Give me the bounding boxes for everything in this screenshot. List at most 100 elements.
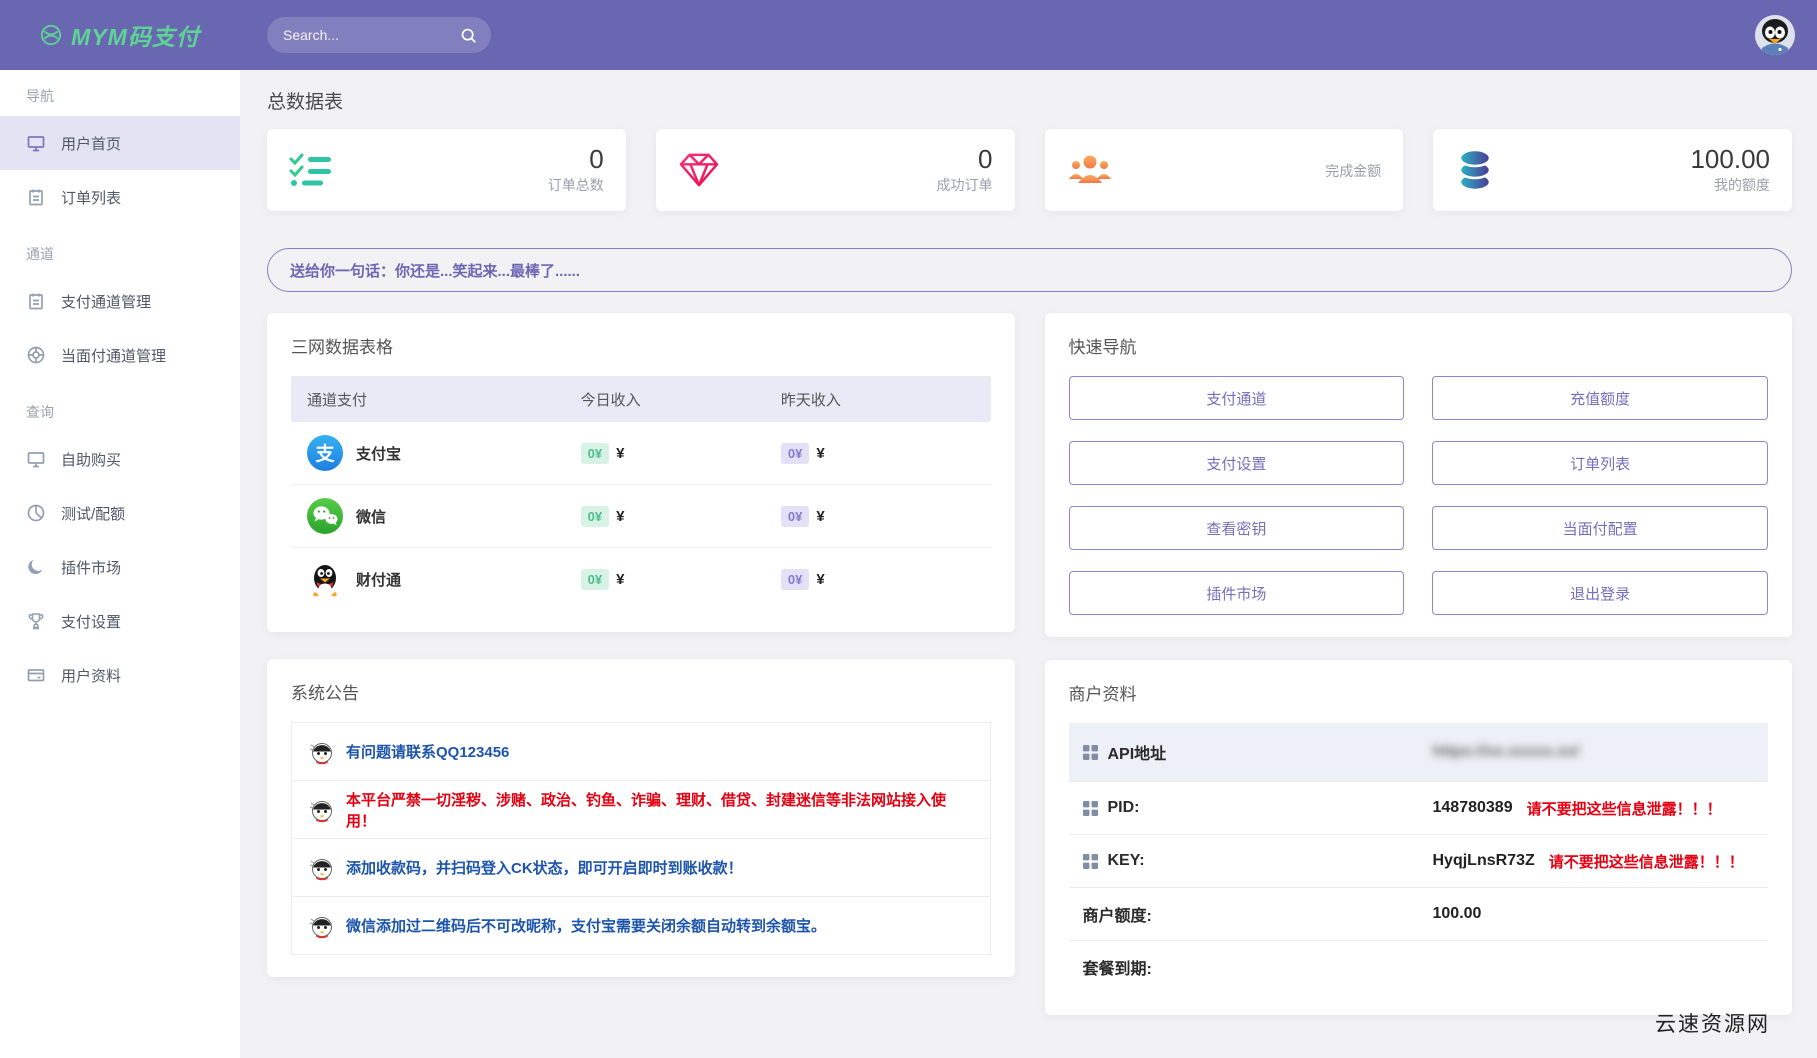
clipboard-icon: [26, 187, 46, 207]
top-header: MYM码支付: [0, 0, 1817, 70]
quick-nav-f2f-config-button[interactable]: 当面付配置: [1432, 506, 1768, 550]
announcement-text: 微信添加过二维码后不可改昵称，支付宝需要关闭余额自动转到余额宝。: [346, 918, 827, 935]
sidebar-section-channel: 通道: [26, 246, 54, 262]
table-row: 支 支付宝 0¥ ¥ 0¥ ¥: [291, 422, 991, 485]
search-bar[interactable]: [267, 17, 491, 53]
announcements-card: 系统公告 有问题请联系QQ123456 本平台严禁一切淫秽、涉赌、政治、钓鱼、诈…: [267, 659, 1015, 977]
sidebar-item-self-buy[interactable]: 自助购买: [0, 432, 240, 486]
table-row: 财付通 0¥ ¥ 0¥ ¥: [291, 548, 991, 610]
network-table-title: 三网数据表格: [291, 338, 393, 357]
sidebar-item-label: 自助购买: [61, 451, 122, 469]
sidebar: 导航 用户首页 订单列表 通道 支付通道管理 当面付通道管理 查询 自助购买 测…: [0, 70, 240, 1058]
notice-text: 送给你一句话：你还是...笑起来...最棒了......: [290, 262, 581, 280]
announcement-text: 添加收款码，并扫码登入CK状态，即可开启即时到账收款！: [346, 860, 743, 877]
page-title: 总数据表: [267, 92, 344, 113]
sidebar-item-label: 支付设置: [61, 613, 122, 631]
announcement-item: 微信添加过二维码后不可改昵称，支付宝需要关闭余额自动转到余额宝。: [292, 897, 990, 954]
grid-icon: [1082, 800, 1098, 816]
sidebar-item-pay-channel-mgmt[interactable]: 支付通道管理: [0, 274, 240, 328]
sidebar-item-label: 当面付通道管理: [61, 347, 167, 365]
col-header: 通道支付: [307, 391, 368, 409]
sidebar-item-user-profile[interactable]: 用户资料: [0, 648, 240, 702]
watermark: 云速资源网: [1655, 1012, 1770, 1036]
quick-nav-view-key-button[interactable]: 查看密钥: [1068, 506, 1405, 550]
qq-penguin-avatar-icon: [1755, 15, 1795, 55]
user-avatar[interactable]: [1755, 15, 1795, 55]
sidebar-item-f2f-channel-mgmt[interactable]: 当面付通道管理: [0, 328, 240, 382]
qq-emote-icon: [308, 855, 334, 881]
announcement-text: 本平台严禁一切淫秽、涉赌、政治、钓鱼、诈骗、理财、借贷、封建迷信等非法网站接入使…: [346, 791, 947, 830]
sidebar-item-user-home[interactable]: 用户首页: [0, 116, 240, 170]
merchant-label: 套餐到期:: [1082, 961, 1152, 978]
quick-nav-recharge-quota-button[interactable]: 充值额度: [1432, 376, 1768, 420]
qq-emote-icon: [308, 913, 334, 939]
merchant-label: KEY:: [1107, 852, 1145, 869]
grid-icon: [1082, 744, 1098, 760]
database-icon: [1455, 148, 1501, 192]
pid-value: 148780389: [1432, 799, 1513, 816]
stat-label: 成功订单: [936, 177, 993, 194]
table-header-row: 通道支付 今日收入 昨天收入: [291, 376, 991, 422]
monitor-icon: [26, 133, 46, 153]
yesterday-income-badge: 0¥: [780, 505, 810, 527]
stat-card-success-orders: 0 成功订单: [655, 129, 1015, 211]
main-content: 总数据表 0 订单总数 0 成功订单 完成金额 100.00 我的额度 送给你一…: [240, 70, 1817, 1058]
key-value: HyqjLnsR73Z: [1432, 852, 1535, 869]
quick-nav-order-list-button[interactable]: 订单列表: [1432, 441, 1768, 485]
merchant-info-title: 商户资料: [1068, 685, 1137, 704]
channel-name: 微信: [356, 508, 387, 526]
search-icon[interactable]: [460, 27, 477, 44]
alipay-icon: 支: [307, 435, 343, 471]
today-income-badge: 0¥: [580, 442, 610, 464]
quick-nav-plugin-market-button[interactable]: 插件市场: [1068, 571, 1405, 615]
merchant-row-pid: PID: 148780389 请不要把这些信息泄露！！！: [1068, 782, 1768, 835]
lifebuoy-icon: [26, 345, 46, 365]
announcement-item: 有问题请联系QQ123456: [292, 723, 990, 781]
yen-symbol: ¥: [816, 570, 825, 588]
tenpay-icon: [307, 561, 343, 597]
channel-name: 财付通: [356, 571, 402, 589]
sidebar-item-label: 订单列表: [61, 189, 122, 207]
merchant-row-key: KEY: HyqjLnsR73Z 请不要把这些信息泄露！！！: [1068, 835, 1768, 888]
quick-nav-pay-channel-button[interactable]: 支付通道: [1068, 376, 1405, 420]
stat-card-completed-amount: 完成金额: [1044, 129, 1404, 211]
leak-warning: 请不要把这些信息泄露！！！: [1526, 800, 1722, 818]
trophy-icon: [26, 611, 46, 631]
announcements-title: 系统公告: [291, 684, 359, 703]
search-input[interactable]: [281, 26, 460, 44]
sidebar-item-label: 插件市场: [61, 559, 122, 577]
crescent-icon: [26, 557, 46, 577]
yesterday-income-badge: 0¥: [780, 568, 810, 590]
pie-chart-icon: [26, 503, 46, 523]
sidebar-item-test-quota[interactable]: 测试/配额: [0, 486, 240, 540]
qq-emote-icon: [308, 797, 334, 823]
quick-nav-pay-settings-button[interactable]: 支付设置: [1068, 441, 1405, 485]
network-table-card: 三网数据表格 通道支付 今日收入 昨天收入 支 支付宝 0¥ ¥ 0¥ ¥ 微信…: [267, 313, 1015, 632]
sidebar-item-label: 用户首页: [61, 135, 122, 153]
svg-text:支: 支: [314, 443, 335, 465]
quick-nav-card: 快速导航 支付通道 充值额度 支付设置 订单列表 查看密钥 当面付配置 插件市场…: [1044, 313, 1792, 637]
diamond-icon: [678, 151, 724, 189]
quick-nav-logout-button[interactable]: 退出登录: [1432, 571, 1768, 615]
stat-card-total-orders: 0 订单总数: [267, 129, 626, 211]
yen-symbol: ¥: [816, 444, 825, 462]
stat-label: 完成金额: [1325, 163, 1382, 179]
stat-label: 订单总数: [547, 177, 604, 194]
stat-label: 我的额度: [1714, 177, 1770, 194]
announcement-list: 有问题请联系QQ123456 本平台严禁一切淫秽、涉赌、政治、钓鱼、诈骗、理财、…: [291, 722, 991, 955]
sidebar-item-label: 用户资料: [61, 667, 122, 685]
announcement-item: 本平台严禁一切淫秽、涉赌、政治、钓鱼、诈骗、理财、借贷、封建迷信等非法网站接入使…: [292, 781, 990, 839]
sidebar-item-pay-settings[interactable]: 支付设置: [0, 594, 240, 648]
merchant-label: PID:: [1107, 799, 1140, 816]
sidebar-item-label: 支付通道管理: [61, 293, 152, 311]
sidebar-item-order-list[interactable]: 订单列表: [0, 170, 240, 224]
quick-nav-title: 快速导航: [1068, 338, 1137, 357]
stat-card-my-quota: 100.00 我的额度: [1433, 129, 1792, 211]
logo-icon: [40, 24, 62, 46]
sidebar-item-plugin-market[interactable]: 插件市场: [0, 540, 240, 594]
merchant-row-quota: 商户额度: 100.00: [1068, 888, 1768, 941]
announcement-text: 有问题请联系QQ123456: [346, 744, 510, 761]
monitor-icon: [26, 449, 46, 469]
table-row: 微信 0¥ ¥ 0¥ ¥: [291, 485, 991, 548]
yen-symbol: ¥: [816, 507, 825, 525]
